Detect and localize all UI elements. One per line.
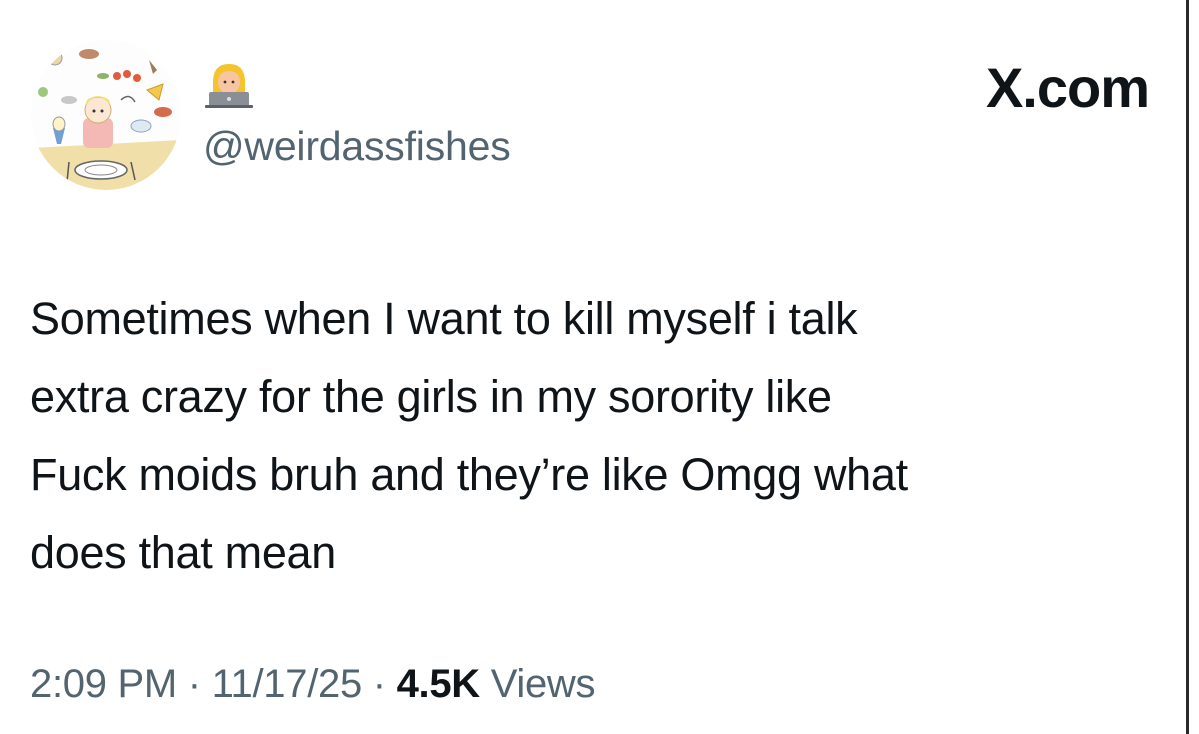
meta-separator: · <box>372 662 386 706</box>
meta-separator: · <box>187 662 201 706</box>
woman-technologist-emoji-icon <box>205 64 253 108</box>
tweet-line: Fuck moids bruh and they’re like Omgg wh… <box>30 449 908 500</box>
avatar-illustration-icon <box>31 40 181 190</box>
user-handle[interactable]: @weirdassfishes <box>203 122 511 170</box>
views-label: Views <box>490 662 596 706</box>
tweet-text: Sometimes when I want to kill myself i t… <box>30 280 1150 592</box>
tweet-line: does that mean <box>30 527 337 578</box>
tweet-line: extra crazy for the girls in my sorority… <box>30 371 832 422</box>
site-brand: X.com <box>985 56 1150 119</box>
tweet-time[interactable]: 2:09 PM <box>30 662 177 706</box>
avatar[interactable] <box>31 40 181 190</box>
views-count: 4.5K <box>396 662 481 706</box>
right-edge-border <box>1186 0 1189 734</box>
display-name[interactable] <box>203 60 255 108</box>
tweet-line: Sometimes when I want to kill myself i t… <box>30 293 858 344</box>
tweet-meta: 2:09 PM · 11/17/25 · 4.5K Views <box>30 658 596 710</box>
tweet-date[interactable]: 11/17/25 <box>212 662 363 706</box>
